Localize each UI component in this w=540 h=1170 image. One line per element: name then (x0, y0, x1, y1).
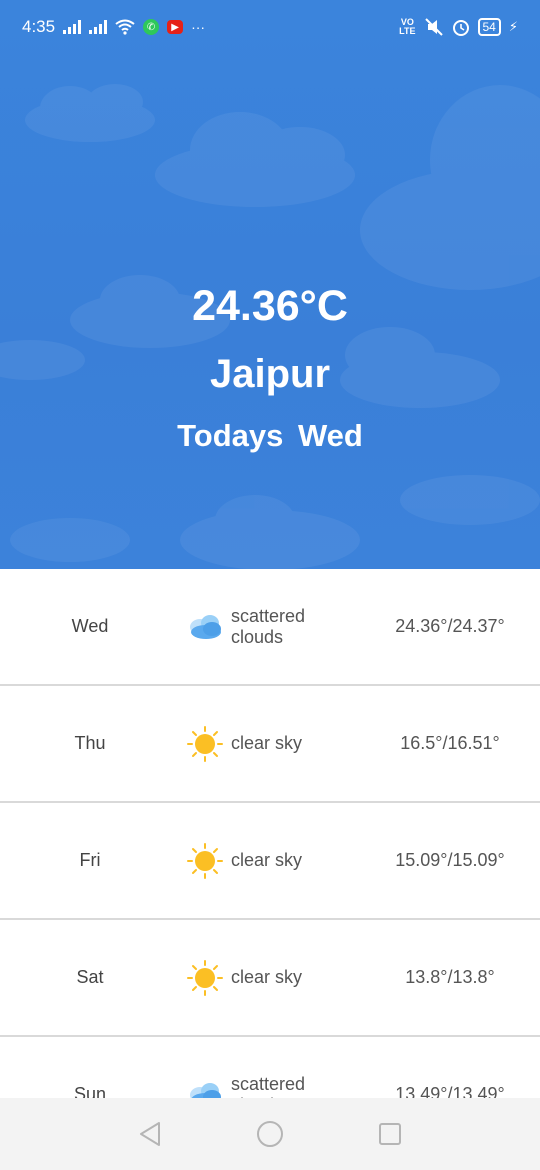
forecast-day: Thu (74, 733, 106, 753)
todays-label: Todays (177, 418, 284, 453)
forecast-description: scattered clouds (231, 605, 306, 647)
sun-icon (186, 959, 224, 997)
battery-icon: 54 (477, 18, 501, 36)
today-name: Wed (297, 418, 363, 453)
signal-icon (63, 20, 82, 34)
sun-icon (186, 725, 224, 763)
forecast-day: Sat (76, 967, 104, 987)
cloud-icon (186, 1076, 224, 1098)
forecast-day: Fri (79, 850, 101, 870)
forecast-temperature-range: 24.36°/24.37° (395, 616, 505, 636)
cloud-icon (186, 608, 224, 646)
list-item[interactable]: Thu clear sky 16.5°/16.51° (0, 686, 540, 803)
forecast-day: Wed (71, 616, 109, 636)
status-bar: 4:35 ✆ ▶ ··· VO LTE 54 ⚡ (0, 0, 540, 54)
home-icon (257, 1121, 283, 1147)
back-icon (140, 1122, 160, 1146)
forecast-description: scattered clouds (231, 1073, 306, 1099)
mute-icon (424, 18, 443, 36)
recents-icon (379, 1123, 401, 1145)
list-item[interactable]: Sat clear sky 13.8°/13.8° (0, 920, 540, 1037)
forecast-temperature-range: 13.8°/13.8° (405, 967, 495, 987)
list-item[interactable]: Fri clear sky 15.09°/15.09° (0, 803, 540, 920)
forecast-temperature-range: 16.5°/16.51° (400, 733, 500, 753)
wifi-icon (115, 19, 135, 35)
home-button[interactable] (250, 1114, 290, 1154)
status-time: 4:35 (22, 17, 56, 36)
forecast-temperature-range: 13.49°/13.49° (395, 1084, 505, 1098)
list-item[interactable]: Wed scattered clouds 24.36°/24.37° (0, 569, 540, 686)
whatsapp-icon: ✆ (143, 19, 160, 35)
alarm-icon (452, 20, 469, 36)
forecast-description: clear sky (231, 967, 303, 987)
forecast-description: clear sky (231, 850, 303, 870)
signal-icon-2 (89, 20, 108, 34)
todays-day-line: Todays Wed (0, 418, 540, 454)
current-temperature: 24.36°C (192, 282, 348, 330)
youtube-icon: ▶ (167, 20, 184, 34)
system-navigation-bar (0, 1098, 540, 1170)
recents-button[interactable] (370, 1114, 410, 1154)
charging-icon: ⚡ (508, 19, 518, 34)
back-button[interactable] (130, 1114, 170, 1154)
volte-icon: VO LTE (399, 17, 416, 36)
more-icon: ··· (191, 19, 206, 35)
weather-hero: 4:35 ✆ ▶ ··· VO LTE 54 ⚡ 24.36°C Jaipur … (0, 0, 540, 569)
city-name: Jaipur (209, 352, 331, 396)
forecast-description: clear sky (231, 733, 303, 753)
forecast-list[interactable]: Wed scattered clouds 24.36°/24.37° Thu c… (0, 569, 540, 1098)
sun-icon (186, 842, 224, 880)
list-item[interactable]: Sun scattered clouds 13.49°/13.49° (0, 1037, 540, 1098)
forecast-day: Sun (73, 1084, 107, 1098)
forecast-temperature-range: 15.09°/15.09° (395, 850, 505, 870)
